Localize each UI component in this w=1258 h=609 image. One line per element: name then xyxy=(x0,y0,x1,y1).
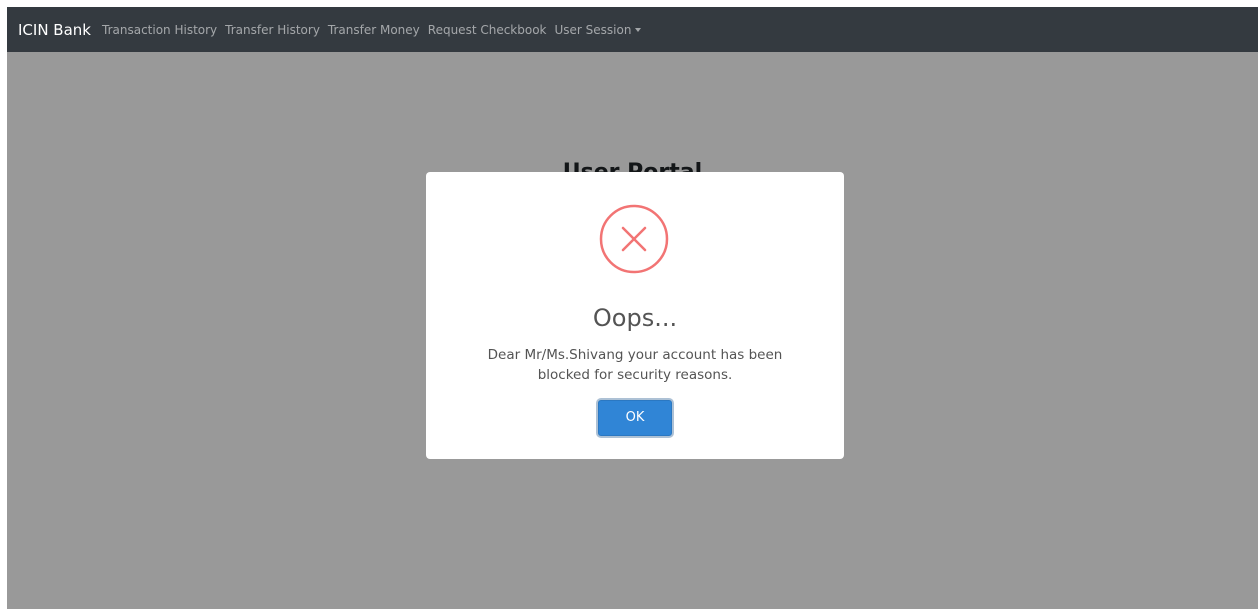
nav-transfer-history[interactable]: Transfer History xyxy=(225,23,320,37)
caret-down-icon xyxy=(635,27,642,32)
nav-transaction-history[interactable]: Transaction History xyxy=(102,23,217,37)
nav-transfer-money[interactable]: Transfer Money xyxy=(328,23,420,37)
dialog-title: Oops... xyxy=(592,304,678,332)
error-x-icon xyxy=(599,204,669,274)
user-session-label: User Session xyxy=(554,22,632,37)
nav-request-checkbook[interactable]: Request Checkbook xyxy=(428,23,547,37)
error-dialog: Oops... Dear Mr/Ms.Shivang your account … xyxy=(426,172,844,459)
ok-button[interactable]: OK xyxy=(598,400,672,436)
brand-link[interactable]: ICIN Bank xyxy=(18,21,91,39)
user-session-dropdown[interactable]: User Session xyxy=(555,23,642,37)
app-window: ICIN Bank Transaction History Transfer H… xyxy=(7,7,1258,609)
navbar: ICIN Bank Transaction History Transfer H… xyxy=(7,7,1258,52)
dialog-message: Dear Mr/Ms.Shivang your account has been… xyxy=(487,347,783,383)
